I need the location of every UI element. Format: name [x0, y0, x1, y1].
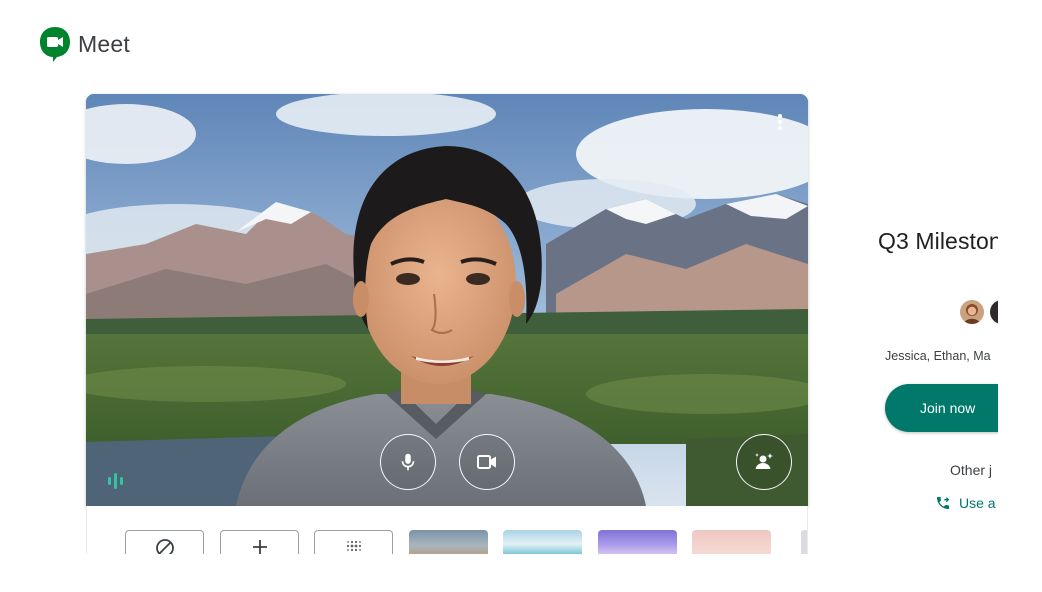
more-vert-icon-dot	[778, 126, 782, 130]
join-panel: Q3 Milestone Jessica, Ethan, Ma Join now…	[878, 0, 998, 592]
join-now-button[interactable]: Join now	[885, 384, 998, 432]
meet-logo-icon	[38, 25, 72, 63]
ocean-background-option[interactable]	[503, 530, 582, 554]
participant-names: Jessica, Ethan, Ma	[885, 349, 991, 363]
microphone-icon	[401, 453, 415, 471]
person-sparkle-icon	[755, 453, 773, 469]
upload-background-option[interactable]	[220, 530, 299, 554]
more-vert-icon	[778, 114, 782, 118]
video-preview	[86, 94, 808, 506]
block-icon	[155, 539, 174, 554]
blur-dots-icon	[346, 540, 361, 552]
plus-icon	[252, 540, 267, 554]
camera-toggle-button[interactable]	[459, 434, 515, 490]
participant-avatar	[960, 300, 984, 324]
use-phone-for-audio-link[interactable]: Use a	[935, 495, 996, 511]
app-name: Meet	[78, 30, 130, 57]
audio-level-icon	[104, 470, 126, 492]
use-phone-label: Use a	[959, 495, 996, 511]
microphone-toggle-button[interactable]	[380, 434, 436, 490]
participant-avatar	[990, 300, 998, 324]
purple-sky-background-option[interactable]	[598, 530, 677, 554]
tray-scroll-edge	[801, 530, 807, 554]
meeting-title: Q3 Milestone	[878, 228, 998, 254]
beach-background-option[interactable]	[409, 530, 488, 554]
background-effects-tray	[86, 506, 808, 554]
phone-forward-icon	[937, 497, 950, 509]
other-ways-to-join-label: Other j	[950, 462, 993, 478]
app-header: Meet	[38, 24, 130, 64]
videocam-icon	[477, 455, 496, 469]
pink-background-option[interactable]	[692, 530, 771, 554]
camera-feed	[86, 94, 808, 506]
more-vert-icon-dot	[778, 120, 782, 124]
more-options-button[interactable]	[770, 110, 790, 134]
visual-effects-button[interactable]	[736, 434, 792, 490]
no-background-option[interactable]	[125, 530, 204, 554]
blur-background-option[interactable]	[314, 530, 393, 554]
